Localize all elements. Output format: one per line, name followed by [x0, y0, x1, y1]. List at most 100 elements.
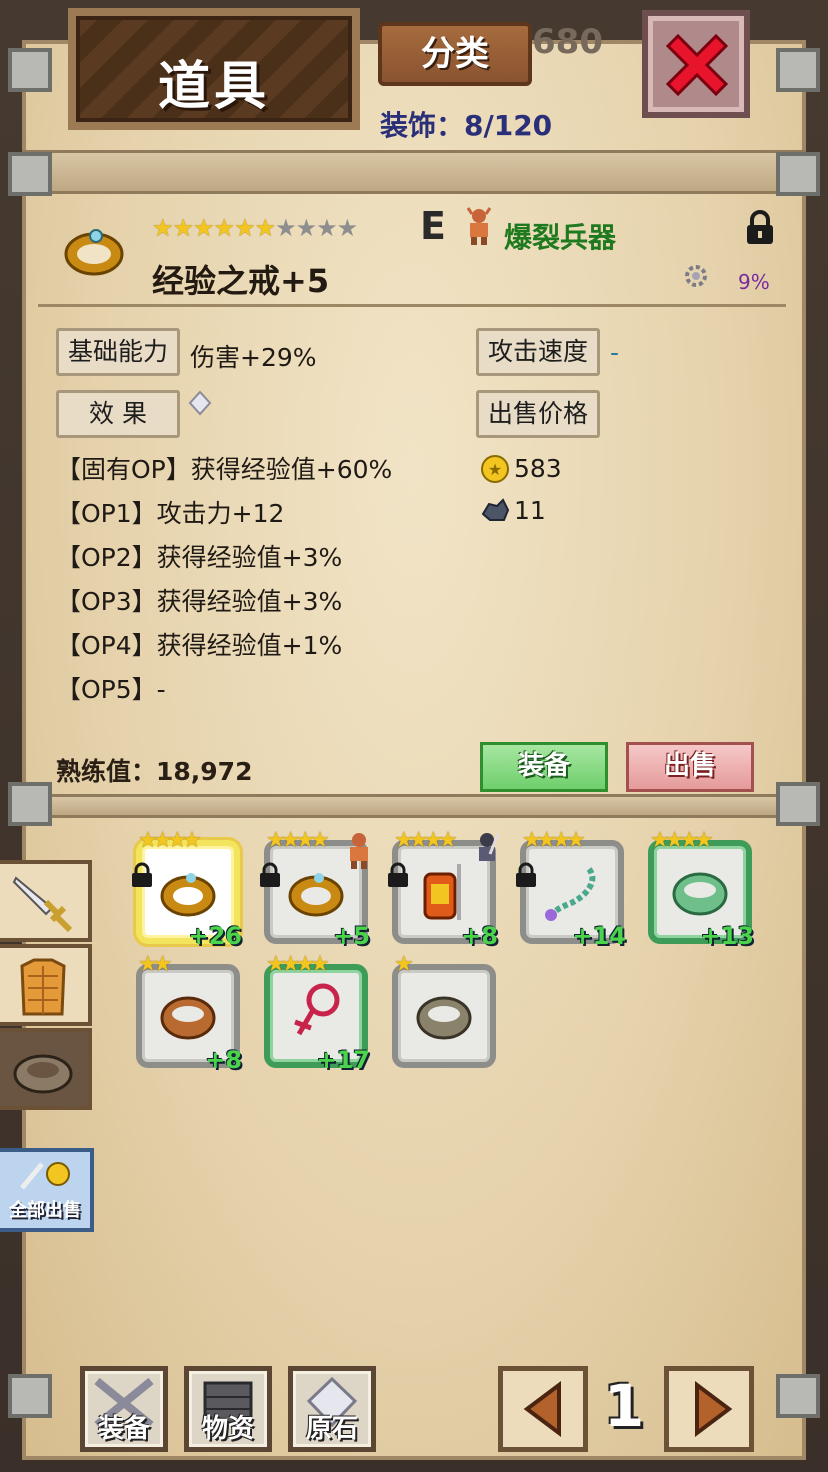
slot-stars: ★★★★ — [138, 828, 202, 853]
sell-all-button[interactable]: 全部出售 — [0, 1148, 94, 1232]
decoration-count: 装饰：8/120 — [380, 109, 553, 142]
ore-price: 11 — [514, 496, 546, 525]
attack-speed-label: 攻击速度 — [476, 328, 600, 376]
divider — [38, 304, 786, 307]
arrow-left-icon — [523, 1381, 561, 1437]
tab-armor[interactable] — [0, 944, 92, 1026]
slot-level: +14 — [572, 922, 626, 950]
nav-gemstone-button[interactable]: 原石 — [288, 1366, 376, 1452]
jade-ring-icon — [672, 872, 728, 916]
lock-icon — [132, 862, 152, 887]
background-number: 680 — [532, 22, 603, 62]
frame-bar-top — [22, 150, 806, 194]
diamond-icon — [188, 390, 212, 416]
option-line: 【OP5】- — [56, 675, 166, 704]
item-name: 经验之戒+5 — [152, 262, 330, 300]
equip-button[interactable]: 装备 — [480, 742, 608, 792]
inventory-slot[interactable]: ★★★★ +14 — [516, 828, 626, 950]
option-line: 【OP3】获得经验值+3% — [56, 587, 343, 616]
inventory-slot[interactable]: ★★★★ +8 — [388, 828, 500, 950]
gold-ring-icon — [160, 873, 216, 917]
slot-stars: ★★★★ — [650, 828, 714, 853]
page-number: 1 — [603, 1372, 645, 1440]
enhance-percent: 9% — [738, 270, 770, 294]
lock-icon — [260, 862, 280, 887]
slot-stars: ★★★★ — [394, 828, 458, 853]
swordsman-set-icon — [479, 833, 500, 861]
item-grade: E — [420, 204, 446, 248]
option-line: 【OP4】获得经验值+1% — [56, 631, 343, 660]
inventory-slot[interactable]: ★★★★ +5 — [260, 828, 370, 950]
nav-supplies-button[interactable]: 物资 — [184, 1366, 272, 1452]
frame-rivet — [8, 1374, 52, 1418]
proficiency-value: 熟练值：18,972 — [56, 757, 253, 786]
next-page-button[interactable] — [664, 1366, 754, 1452]
slot-stars: ★★★★ — [266, 828, 330, 853]
gold-coin-icon: ★ — [481, 455, 509, 483]
base-ability-value: 伤害+29% — [190, 343, 317, 372]
attack-speed-value: - — [610, 338, 620, 367]
gold-ring-icon — [64, 229, 124, 276]
close-button[interactable] — [642, 10, 750, 118]
inventory-slot[interactable]: ★★★★ +13 — [648, 828, 754, 950]
frame-rivet — [776, 1374, 820, 1418]
page-title: 道具 — [157, 57, 270, 117]
frame-rivet — [8, 48, 52, 92]
ruby-pendant-icon — [294, 983, 340, 1036]
item-detail-panel: ★★★★★★★★★★ E 爆裂兵器 经验之戒+5 9% 基础能力 伤害+29% … — [38, 192, 786, 802]
slot-level: +8 — [461, 922, 498, 950]
slot-stars: ★★★★ — [266, 952, 330, 977]
slot-stars: ★★★★ — [522, 828, 586, 853]
lock-icon — [516, 862, 536, 887]
lock-icon — [388, 862, 408, 887]
lock-icon[interactable] — [744, 210, 776, 246]
option-line: 【OP1】攻击力+12 — [56, 499, 285, 528]
arrow-right-icon — [695, 1381, 733, 1437]
tab-accessory[interactable] — [0, 1028, 92, 1110]
option-line: 【OP2】获得经验值+3% — [56, 543, 343, 572]
inventory-slot[interactable]: ★★★★ +26 — [132, 828, 242, 950]
nav-equipment-button[interactable]: 装备 — [80, 1366, 168, 1452]
tab-weapon[interactable] — [0, 860, 92, 942]
slot-stars: ★★ — [138, 952, 173, 977]
gold-price: 583 — [514, 454, 562, 483]
necklace-icon — [545, 867, 596, 921]
sell-price-label: 出售价格 — [476, 390, 600, 438]
sell-all-icon — [20, 1162, 70, 1190]
accessory-ring-icon — [13, 1054, 73, 1094]
slot-level: +17 — [316, 1046, 370, 1074]
effect-label: 效 果 — [56, 390, 180, 438]
gear-icon — [685, 265, 707, 287]
sell-button[interactable]: 出售 — [626, 742, 754, 792]
slot-level: +8 — [205, 1046, 242, 1074]
base-ability-label: 基础能力 — [56, 328, 180, 376]
close-icon — [665, 33, 729, 97]
item-star-rating: ★★★★★★★★★★ — [152, 214, 358, 242]
ore-icon — [481, 498, 510, 521]
nav-label: 原石 — [305, 1414, 358, 1444]
category-button[interactable]: 分类 — [378, 22, 532, 86]
sword-icon — [12, 876, 73, 933]
svg-text:★: ★ — [488, 460, 502, 479]
gold-ring-icon — [288, 873, 344, 917]
warrior-set-icon — [466, 207, 492, 245]
inventory-slot[interactable]: ★★ +8 — [136, 952, 242, 1074]
inventory-slot[interactable]: ★ — [392, 952, 496, 1068]
slot-stars: ★ — [394, 952, 414, 977]
sell-all-label: 全部出售 — [9, 1200, 81, 1221]
amulet-icon — [423, 864, 461, 920]
slot-level: +26 — [188, 922, 242, 950]
stone-ring-icon — [416, 996, 472, 1040]
option-line: 【固有OP】获得经验值+60% — [56, 455, 393, 484]
set-name: 爆裂兵器 — [504, 221, 617, 254]
nav-label: 物资 — [201, 1414, 254, 1444]
bronze-ring-icon — [160, 996, 216, 1040]
frame-rivet — [8, 152, 52, 196]
inventory-slot[interactable]: ★★★★ +17 — [264, 952, 370, 1074]
nav-label: 装备 — [97, 1414, 150, 1444]
armor-icon — [20, 958, 66, 1016]
slot-level: +13 — [700, 922, 754, 950]
frame-rivet — [776, 48, 820, 92]
slot-level: +5 — [333, 922, 370, 950]
prev-page-button[interactable] — [498, 1366, 588, 1452]
